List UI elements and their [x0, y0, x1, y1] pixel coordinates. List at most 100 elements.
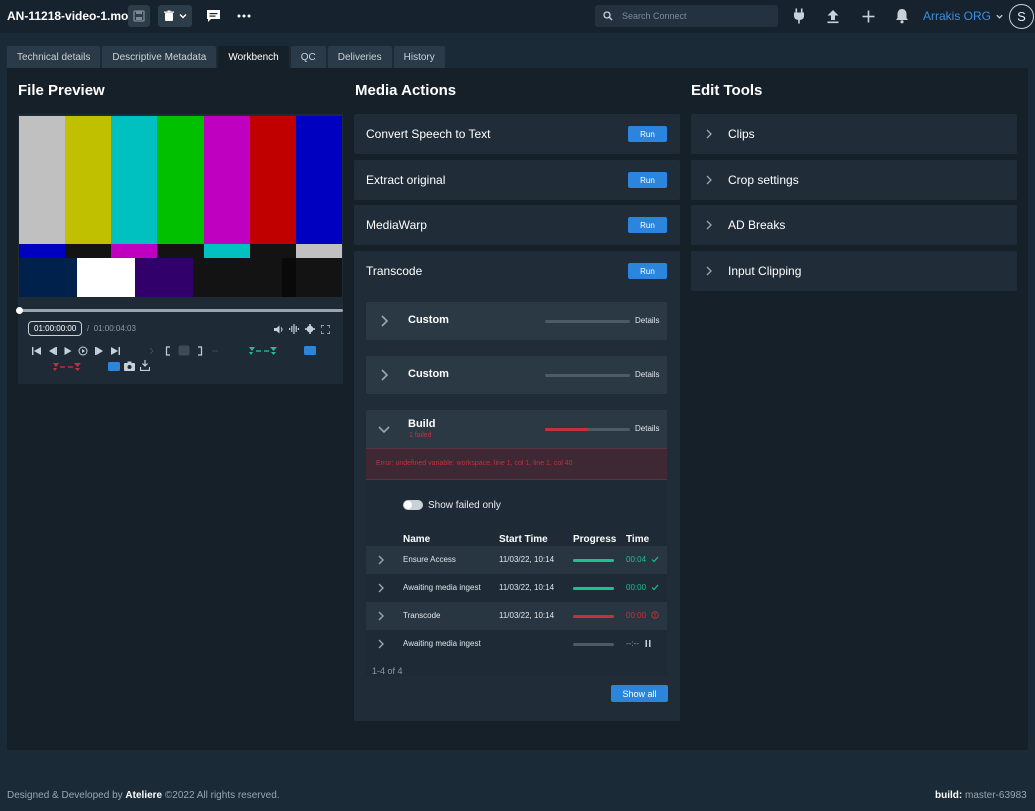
settings-gear-icon[interactable] — [305, 324, 315, 334]
ad-marker-icon[interactable] — [304, 346, 316, 355]
chevron-right-icon — [381, 369, 389, 381]
tool-clips[interactable]: Clips — [691, 114, 1017, 154]
notifications-button[interactable] — [892, 6, 912, 26]
trash-icon — [163, 10, 174, 21]
waveform-icon[interactable] — [289, 324, 299, 334]
color-bars-image — [19, 116, 342, 297]
job-progress-bar — [545, 320, 630, 323]
green-markers-icon[interactable] — [248, 346, 278, 356]
add-button[interactable] — [858, 6, 878, 26]
action-extract-original: Extract original Run — [354, 160, 680, 200]
build-steps: Show failed only Name Start Time Progres… — [366, 480, 667, 676]
camera-icon[interactable] — [124, 361, 135, 371]
tool-ad-breaks[interactable]: AD Breaks — [691, 205, 1017, 245]
red-markers-icon[interactable] — [52, 362, 82, 372]
search-input[interactable] — [622, 8, 772, 24]
video-frame[interactable] — [19, 116, 342, 297]
save-button[interactable] — [128, 5, 150, 27]
download-frame-icon[interactable] — [140, 360, 150, 371]
mark-in-icon[interactable] — [165, 346, 171, 356]
chevron-right-icon — [381, 315, 389, 327]
integrations-button[interactable] — [789, 6, 809, 26]
pause-icon — [645, 640, 651, 647]
step-progress-bar — [573, 615, 614, 618]
table-row[interactable]: Awaiting media ingest --:-- — [366, 630, 667, 658]
footer-company-link[interactable]: Ateliere — [125, 790, 162, 801]
tab-deliveries[interactable]: Deliveries — [327, 46, 392, 68]
column-header-time: Time — [626, 534, 650, 545]
tool-label: Input Clipping — [728, 264, 802, 278]
tool-crop-settings[interactable]: Crop settings — [691, 160, 1017, 200]
job-details-link[interactable]: Details — [635, 316, 659, 325]
upload-button[interactable] — [823, 6, 843, 26]
org-switcher[interactable]: Arrakis ORG — [923, 9, 1004, 23]
check-icon — [651, 584, 659, 591]
job-details-link[interactable]: Details — [635, 370, 659, 379]
step-back-icon[interactable] — [48, 347, 57, 355]
show-failed-toggle[interactable] — [403, 500, 423, 510]
run-button[interactable]: Run — [628, 263, 667, 279]
current-timecode[interactable]: 01:00:00:00 — [28, 321, 83, 336]
step-progress-bar — [573, 559, 614, 562]
tab-workbench[interactable]: Workbench — [218, 46, 289, 68]
job-row[interactable]: Custom Details — [366, 302, 667, 340]
error-message: Error: undefined variable: workspace. li… — [376, 460, 573, 467]
play-icon[interactable] — [64, 347, 72, 355]
delete-menu-button[interactable] — [158, 5, 192, 27]
show-all-button[interactable]: Show all — [611, 685, 668, 702]
run-button[interactable]: Run — [628, 217, 667, 233]
table-row[interactable]: Transcode 11/03/22, 10:14 00:00 — [366, 602, 667, 630]
search-box[interactable] — [595, 5, 778, 27]
duration-value: 01:00:04:03 — [93, 324, 136, 333]
save-icon — [133, 10, 145, 22]
file-name: AN-11218-video-1.mov — [7, 9, 136, 23]
playback-scrubber[interactable] — [16, 307, 343, 314]
tab-descriptive-metadata[interactable]: Descriptive Metadata — [102, 46, 217, 68]
plug-icon — [794, 8, 804, 24]
pagination-info: 1-4 of 4 — [372, 666, 403, 676]
fullscreen-icon[interactable] — [321, 325, 330, 334]
job-name: Custom — [408, 368, 449, 380]
tab-bar: Technical details Descriptive Metadata W… — [7, 46, 447, 68]
build-job-header[interactable]: Build 1 failed Details — [366, 410, 667, 448]
mark-out-icon[interactable] — [197, 346, 203, 356]
tab-technical-details[interactable]: Technical details — [7, 46, 101, 68]
action-label: Transcode — [366, 264, 423, 278]
tab-qc[interactable]: QC — [290, 46, 326, 68]
run-button[interactable]: Run — [628, 172, 667, 188]
scrubber-handle[interactable] — [16, 307, 23, 314]
chevron-down-icon — [378, 426, 390, 434]
subtitle-icon[interactable] — [108, 362, 120, 371]
tool-label: Clips — [728, 127, 755, 141]
skip-to-end-icon[interactable] — [111, 347, 120, 355]
run-button[interactable]: Run — [628, 126, 667, 142]
comments-button[interactable] — [203, 6, 223, 26]
tool-input-clipping[interactable]: Input Clipping — [691, 251, 1017, 291]
user-avatar[interactable]: S — [1009, 4, 1034, 29]
clear-in-icon — [149, 347, 154, 355]
step-progress-fill — [573, 615, 614, 618]
footer-suffix: ©2022 All rights reserved. — [164, 790, 280, 801]
tab-history[interactable]: History — [393, 46, 445, 68]
job-name: Custom — [408, 314, 449, 326]
loop-icon[interactable] — [78, 346, 88, 356]
upload-icon — [827, 9, 839, 23]
step-progress-bar — [573, 587, 614, 590]
step-name: Transcode — [403, 611, 441, 620]
step-start-time: 11/03/22, 10:14 — [499, 583, 555, 592]
footer-credits: Designed & Developed by Ateliere ©2022 A… — [7, 790, 280, 801]
plus-icon — [862, 10, 874, 22]
table-row[interactable]: Awaiting media ingest 11/03/22, 10:14 00… — [366, 574, 667, 602]
step-forward-icon[interactable] — [95, 347, 104, 355]
step-duration: 00:04 — [626, 555, 647, 564]
toggle-knob — [404, 501, 412, 509]
skip-to-start-icon[interactable] — [32, 347, 41, 355]
volume-icon[interactable] — [274, 325, 284, 334]
job-details-link[interactable]: Details — [635, 424, 659, 433]
step-name: Ensure Access — [403, 555, 456, 564]
job-row[interactable]: Custom Details — [366, 356, 667, 394]
more-options-button[interactable] — [234, 6, 254, 26]
chevron-right-icon — [378, 611, 384, 621]
job-name: Build — [408, 418, 436, 430]
table-row[interactable]: Ensure Access 11/03/22, 10:14 00:04 — [366, 546, 667, 574]
